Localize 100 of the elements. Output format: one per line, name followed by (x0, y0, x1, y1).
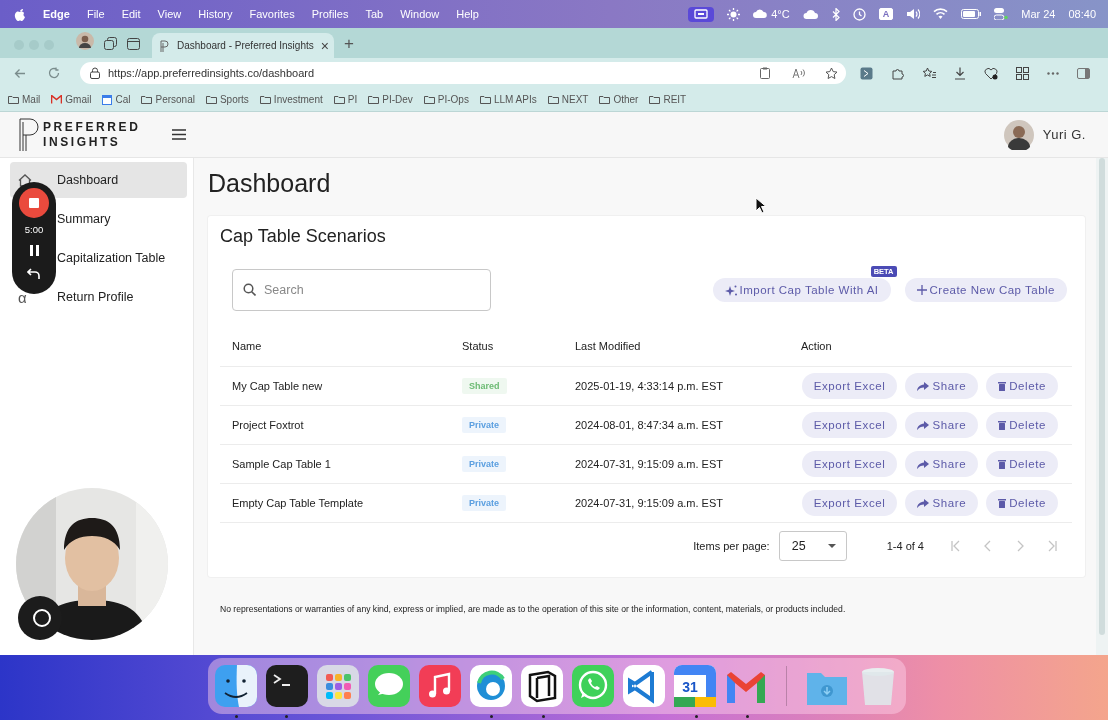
bookmark[interactable]: Cal (102, 94, 131, 105)
bookmark[interactable]: LLM APIs (479, 94, 537, 105)
user-avatar-icon[interactable] (1003, 119, 1034, 150)
tabs-icon[interactable] (104, 37, 117, 50)
calendar-icon (102, 94, 113, 105)
weather-temperature[interactable]: 4°C (771, 8, 790, 20)
delete-button[interactable]: Delete (986, 490, 1058, 516)
search-field[interactable]: Search (232, 269, 491, 311)
extension-icon[interactable] (860, 66, 873, 80)
bookmark[interactable]: Sports (205, 94, 249, 105)
menu-item[interactable]: Tab (365, 8, 384, 20)
delete-button[interactable]: Delete (986, 412, 1058, 438)
delete-button[interactable]: Delete (986, 373, 1058, 399)
chat-bubble-icon[interactable] (366, 663, 412, 709)
bookmark[interactable]: Other (599, 94, 639, 105)
menu-item[interactable]: Edit (121, 8, 141, 20)
terminal-icon[interactable] (264, 663, 310, 709)
bookmark[interactable]: Investment (259, 94, 323, 105)
undo-icon[interactable] (27, 268, 41, 280)
share-button[interactable]: Share (905, 373, 979, 399)
scrollbar[interactable] (1099, 158, 1105, 635)
close-tab-button[interactable]: × (320, 38, 329, 53)
smiley-face-icon[interactable] (213, 663, 259, 709)
menu-item[interactable]: Help (456, 8, 479, 20)
sidebar-item[interactable]: Capitalization Table (10, 240, 187, 276)
delete-button[interactable]: Delete (986, 451, 1058, 477)
bookmark[interactable]: PI-Ops (423, 94, 469, 105)
menu-item[interactable]: History (198, 8, 233, 20)
profile-avatar-icon[interactable] (76, 32, 94, 50)
wifi-icon[interactable] (933, 8, 949, 20)
column-header: Last Modified (575, 340, 642, 352)
input-source[interactable]: A (878, 8, 894, 20)
share-button[interactable]: Share (905, 412, 979, 438)
favorites-icon[interactable] (922, 66, 936, 80)
music-note-icon[interactable] (417, 663, 463, 709)
page-size-select[interactable]: 25 (778, 531, 847, 561)
share-button[interactable]: Share (905, 490, 979, 516)
caret-icon (827, 544, 836, 548)
export-button[interactable]: Export Excel (801, 373, 898, 399)
download-icon[interactable] (954, 66, 966, 80)
volume-icon[interactable] (906, 8, 921, 20)
bookmark[interactable]: Mail (8, 94, 41, 105)
clipboard-icon[interactable] (760, 67, 770, 79)
bookmark[interactable]: Gmail (51, 94, 92, 105)
import-button[interactable]: Import Cap Table With AI (712, 278, 891, 302)
sidebar-item[interactable]: Dashboard (10, 162, 187, 198)
stop-icon[interactable] (19, 188, 49, 218)
address-bar[interactable]: https://app.preferredinsights.co/dashboard (80, 62, 846, 84)
heart-pulse-icon[interactable] (984, 66, 998, 80)
camera-button-icon[interactable] (18, 596, 62, 640)
reload-icon[interactable] (48, 67, 60, 79)
phone-bubble-icon[interactable] (570, 663, 616, 709)
export-button[interactable]: Export Excel (801, 490, 898, 516)
clock-icon[interactable] (852, 7, 866, 21)
menu-icon[interactable] (172, 129, 187, 140)
bookmark[interactable]: PI (333, 94, 358, 105)
bookmark[interactable]: NEXT (547, 94, 589, 105)
app-grid-icon[interactable] (315, 663, 361, 709)
user-name[interactable]: Yuri G. (1042, 127, 1086, 142)
code-editor-icon[interactable] (621, 663, 667, 709)
share-button[interactable]: Share (905, 451, 979, 477)
cube-icon[interactable] (519, 663, 565, 709)
more-icon[interactable] (1047, 71, 1059, 75)
read-aloud-icon[interactable] (792, 67, 805, 79)
export-button[interactable]: Export Excel (801, 412, 898, 438)
new-tab-button[interactable]: + (344, 35, 354, 52)
toggles-icon[interactable] (994, 8, 1009, 20)
puzzle-icon[interactable] (891, 66, 904, 80)
app-menu[interactable]: Edge (43, 8, 70, 20)
calendar-icon[interactable]: 31 (672, 663, 718, 709)
sidebar-panel-icon[interactable] (127, 38, 140, 50)
cloud-icon[interactable] (802, 8, 819, 20)
bookmark[interactable]: REIT (649, 94, 687, 105)
apps-icon[interactable] (1016, 66, 1029, 80)
menu-item[interactable]: File (86, 8, 105, 20)
folder-icon (479, 95, 491, 104)
menu-bar-time[interactable]: 08:40 (1068, 8, 1096, 20)
menu-item[interactable]: View (157, 8, 182, 20)
sidebar-item[interactable]: α Return Profile (10, 279, 187, 315)
menu-item[interactable]: Favorites (249, 8, 295, 20)
battery-icon[interactable] (961, 9, 982, 19)
swirl-icon[interactable] (468, 663, 514, 709)
menu-item[interactable]: Profiles (311, 8, 349, 20)
create-button[interactable]: Create New Cap Table (904, 278, 1067, 302)
pause-icon[interactable] (29, 245, 39, 256)
bookmark[interactable]: PI-Dev (368, 94, 413, 105)
screen-icon[interactable] (694, 8, 709, 20)
bluetooth-icon[interactable] (831, 7, 840, 21)
star-icon[interactable] (825, 66, 838, 80)
back-icon[interactable] (14, 67, 26, 79)
sidebar-toggle-icon[interactable] (1077, 67, 1090, 79)
sun-icon[interactable] (727, 7, 741, 21)
bookmark[interactable]: Personal (141, 94, 195, 105)
browser-tab[interactable]: Dashboard - Preferred Insights × (152, 33, 334, 58)
folder-icon (649, 95, 661, 104)
menu-item[interactable]: Window (400, 8, 440, 20)
share-icon (917, 381, 930, 391)
menu-bar-date[interactable]: Mar 24 (1021, 8, 1056, 20)
export-button[interactable]: Export Excel (801, 451, 898, 477)
table-cell-text: Sample Cap Table 1 (232, 458, 332, 470)
